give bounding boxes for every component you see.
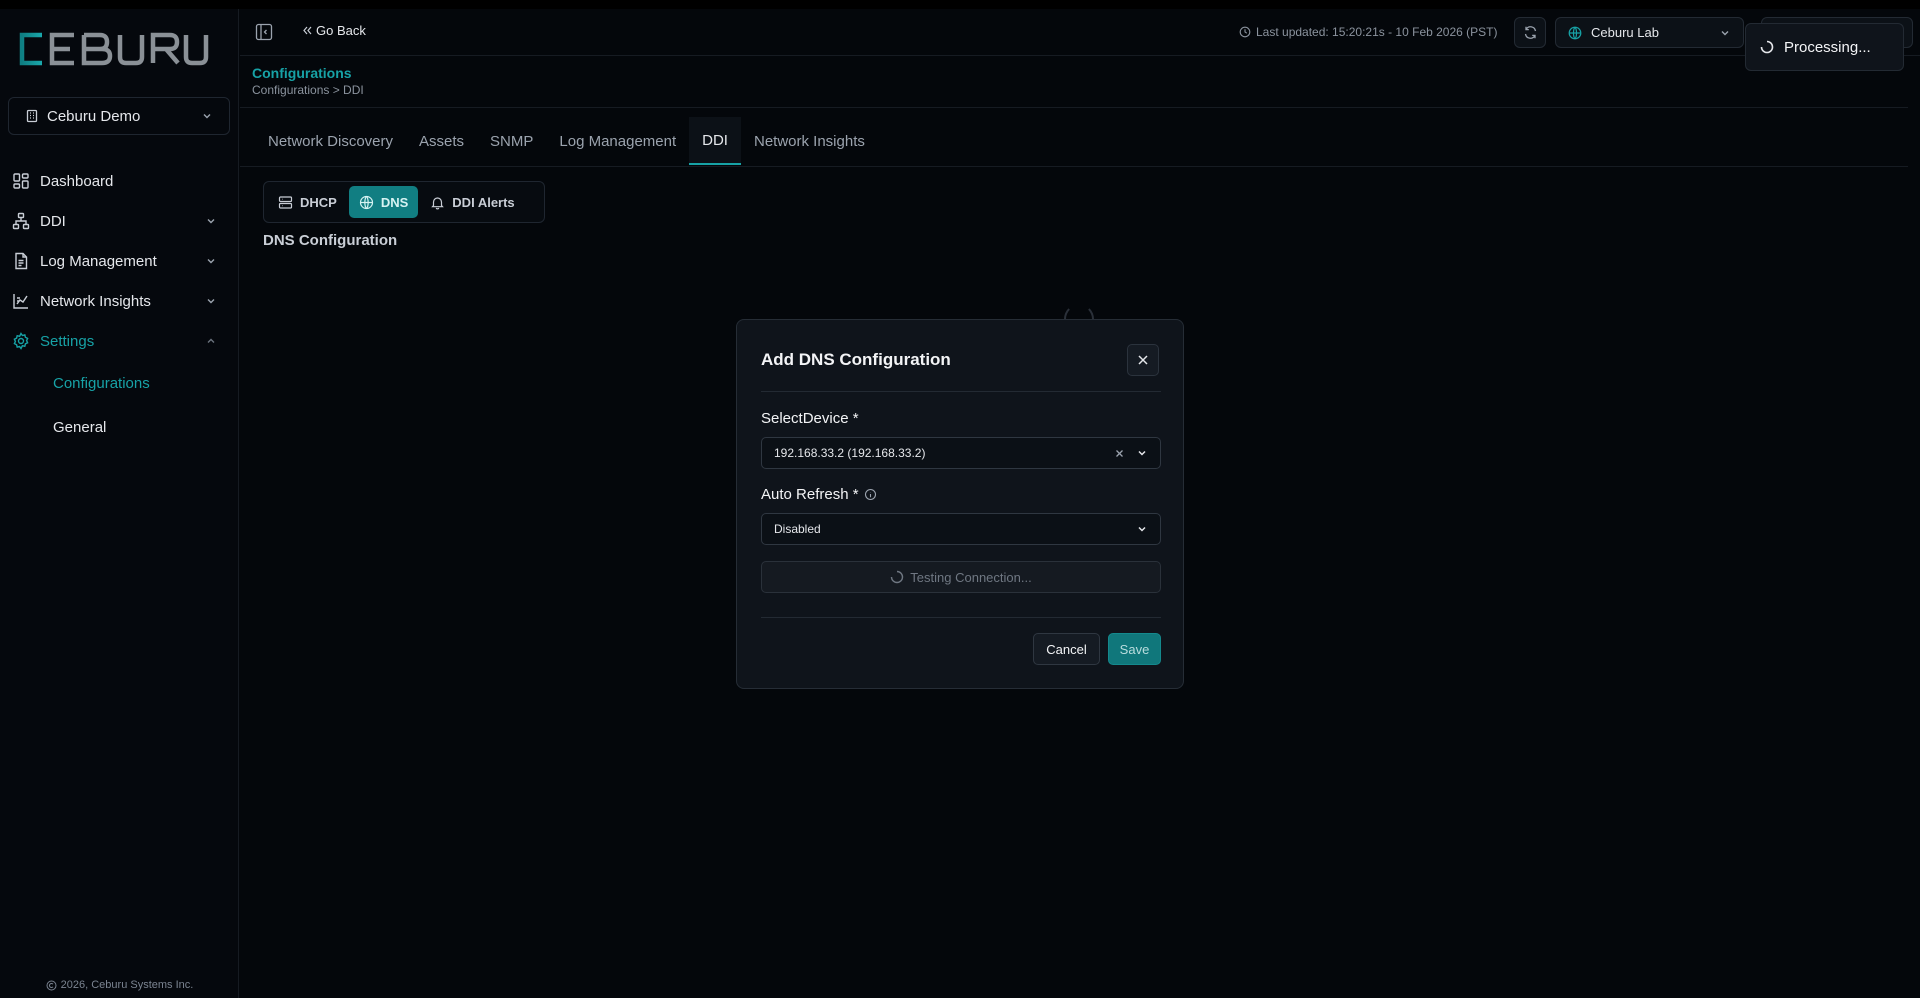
tab-ddi[interactable]: DDI [689, 117, 741, 165]
building-icon [25, 109, 39, 123]
copyright-icon [46, 980, 57, 991]
globe-icon [1568, 26, 1582, 40]
chevron-down-icon [205, 215, 217, 227]
tab-snmp[interactable]: SNMP [477, 117, 546, 165]
sidebar-item-label: Settings [40, 332, 95, 350]
select-device-value: 192.168.33.2 (192.168.33.2) [774, 446, 926, 460]
last-updated: Last updated: 15:20:21s - 10 Feb 2026 (P… [1239, 25, 1498, 39]
globe-icon [359, 195, 374, 210]
close-icon [1137, 354, 1149, 366]
go-back-label: Go Back [316, 23, 366, 38]
auto-refresh-value: Disabled [774, 522, 821, 536]
processing-toast: Processing... [1745, 23, 1904, 71]
subtab-label: DNS [380, 194, 409, 210]
auto-refresh-label: Auto Refresh * [761, 486, 877, 503]
chevron-down-icon [1136, 523, 1148, 535]
org-selector[interactable]: Ceburu Demo [8, 97, 230, 135]
bell-icon [430, 195, 445, 210]
spinner-icon [1760, 40, 1774, 54]
breadcrumb: Configurations > DDI [252, 83, 364, 97]
save-button[interactable]: Save [1108, 633, 1161, 665]
config-tabs: Network Discovery Assets SNMP Log Manage… [255, 117, 878, 166]
server-icon [278, 195, 293, 210]
subtab-label: DDI Alerts [452, 194, 515, 210]
last-updated-text: Last updated: 15:20:21s - 10 Feb 2026 (P… [1256, 25, 1498, 39]
sidebar-item-label: Dashboard [40, 172, 114, 190]
go-back-button[interactable]: Go Back [302, 23, 366, 38]
close-button[interactable] [1127, 344, 1159, 376]
test-connection-button[interactable]: Testing Connection... [761, 561, 1161, 593]
add-dns-config-dialog: Add DNS Configuration SelectDevice * 192… [736, 319, 1184, 689]
gear-icon [12, 332, 30, 350]
auto-refresh-label-text: Auto Refresh * [761, 486, 859, 503]
test-connection-label: Testing Connection... [910, 569, 1032, 585]
refresh-button[interactable] [1514, 17, 1546, 48]
subtab-label: DHCP [300, 194, 337, 210]
refresh-icon [1523, 25, 1538, 40]
org-selector-label: Ceburu Demo [47, 107, 141, 125]
app-root: Ceburu Demo Dashboard DDI Log Management… [0, 9, 1920, 998]
dialog-footer-divider [761, 617, 1161, 618]
select-device-dropdown[interactable]: 192.168.33.2 (192.168.33.2) [761, 437, 1161, 469]
select-device-label-text: SelectDevice * [761, 410, 859, 427]
site-selector-label: Ceburu Lab [1591, 25, 1659, 40]
tab-log-management[interactable]: Log Management [546, 117, 689, 165]
sidebar-collapse-icon[interactable] [255, 23, 273, 41]
chevron-down-icon [205, 255, 217, 267]
tab-assets[interactable]: Assets [406, 117, 477, 165]
tabs-divider [240, 166, 1908, 167]
dashboard-icon [12, 172, 30, 190]
sidebar-item-label: Network Insights [40, 292, 151, 310]
spinner-icon [890, 570, 904, 584]
sidebar-footer: 2026, Ceburu Systems Inc. [0, 972, 239, 998]
sidebar-item-label: Log Management [40, 252, 157, 270]
chevron-up-icon [205, 335, 217, 347]
tab-network-insights[interactable]: Network Insights [741, 117, 878, 165]
clock-icon [1239, 26, 1251, 38]
double-chevron-left-icon [302, 25, 313, 36]
select-device-label: SelectDevice * [761, 410, 859, 427]
sidebar-item-dashboard[interactable]: Dashboard [0, 161, 239, 201]
sidebar-item-network-insights[interactable]: Network Insights [0, 281, 239, 321]
subtab-dns[interactable]: DNS [348, 186, 419, 218]
dialog-title: Add DNS Configuration [761, 350, 951, 369]
chevron-down-icon [1136, 447, 1148, 459]
subtab-ddi-alerts[interactable]: DDI Alerts [420, 186, 524, 218]
sidebar-nav: Dashboard DDI Log Management Network Ins… [0, 161, 239, 449]
network-icon [12, 212, 30, 230]
copyright-text: 2026, Ceburu Systems Inc. [60, 979, 194, 991]
chevron-down-icon [205, 295, 217, 307]
chart-icon [12, 292, 30, 310]
subtab-dhcp[interactable]: DHCP [268, 186, 347, 218]
clear-icon[interactable] [1115, 449, 1124, 458]
page-title: Configurations [252, 65, 352, 81]
sidebar-item-ddi[interactable]: DDI [0, 201, 239, 241]
cancel-button[interactable]: Cancel [1033, 633, 1100, 665]
sidebar: Ceburu Demo Dashboard DDI Log Management… [0, 9, 239, 998]
info-icon[interactable] [864, 488, 877, 501]
sidebar-item-settings[interactable]: Settings [0, 321, 239, 361]
header-divider [240, 107, 1908, 108]
toast-text: Processing... [1784, 38, 1871, 56]
chevron-down-icon [1719, 27, 1731, 39]
tab-network-discovery[interactable]: Network Discovery [255, 117, 406, 165]
ceburu-logo [14, 29, 210, 69]
section-title: DNS Configuration [263, 232, 398, 249]
site-selector[interactable]: Ceburu Lab [1555, 17, 1744, 48]
sidebar-item-log-management[interactable]: Log Management [0, 241, 239, 281]
dialog-header-divider [761, 391, 1161, 392]
ddi-subtabs: DHCP DNS DDI Alerts [263, 181, 545, 223]
document-icon [12, 252, 30, 270]
top-bar: Go Back Last updated: 15:20:21s - 10 Feb… [240, 9, 1920, 56]
auto-refresh-dropdown[interactable]: Disabled [761, 513, 1161, 545]
sidebar-subitem-general[interactable]: General [0, 405, 239, 449]
sidebar-subitem-configurations[interactable]: Configurations [0, 361, 239, 405]
sidebar-item-label: DDI [40, 212, 66, 230]
chevron-down-icon [201, 110, 213, 122]
